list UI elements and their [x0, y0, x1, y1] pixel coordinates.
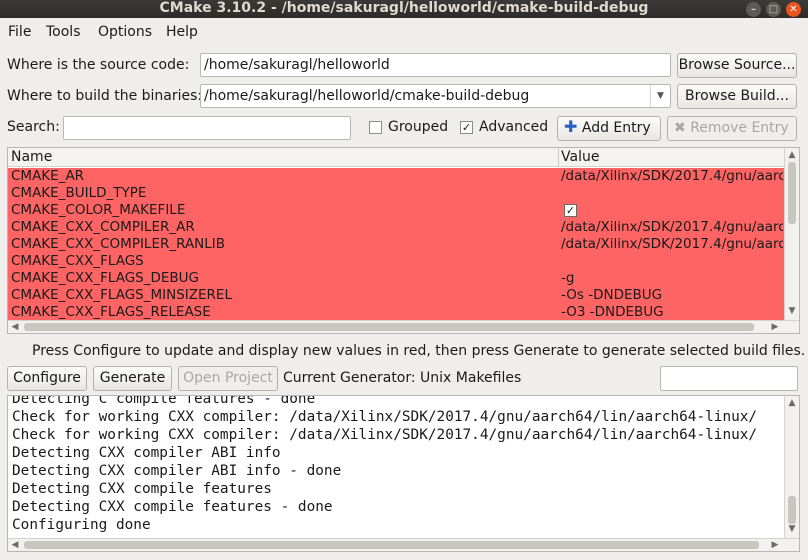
advanced-checkbox[interactable]: ✓	[460, 121, 473, 134]
table-header: Name Value	[8, 148, 784, 167]
advanced-label: Advanced	[479, 119, 549, 135]
plus-icon: ✚	[564, 117, 578, 136]
current-generator: Current Generator: Unix Makefiles	[283, 370, 522, 386]
generate-button[interactable]: Generate	[93, 366, 172, 391]
table-row[interactable]: CMAKE_CXX_COMPILER_RANLIB /data/Xilinx/S…	[8, 236, 784, 253]
scrollbar-thumb[interactable]	[24, 323, 754, 331]
table-row[interactable]: CMAKE_CXX_FLAGS_MINSIZEREL -Os -DNDEBUG	[8, 287, 784, 304]
table-horizontal-scrollbar[interactable]: ◀ ▶	[8, 320, 799, 333]
log-line: Detecting CXX compile features	[12, 481, 272, 497]
scroll-right-icon[interactable]: ▶	[768, 322, 782, 332]
scroll-right-icon[interactable]: ▶	[768, 540, 782, 550]
remove-entry-button[interactable]: ✖ Remove Entry	[667, 116, 797, 141]
search-input[interactable]	[63, 116, 351, 140]
entry-name: CMAKE_CXX_FLAGS_DEBUG	[11, 270, 200, 286]
table-row[interactable]: CMAKE_CXX_FLAGS_RELEASE -O3 -DNDEBUG	[8, 304, 784, 320]
log-vertical-scrollbar[interactable]: ▲ ▼	[784, 396, 799, 538]
log-line: Check for working CXX compiler: /data/Xi…	[12, 427, 758, 443]
log-line: Check for working CXX compiler: /data/Xi…	[12, 409, 758, 425]
scroll-up-icon[interactable]: ▲	[785, 398, 799, 408]
log-horizontal-scrollbar[interactable]: ◀ ▶	[8, 538, 799, 551]
grouped-checkbox[interactable]	[369, 121, 382, 134]
source-input[interactable]: /home/sakuragl/helloworld	[200, 53, 671, 77]
scroll-left-icon[interactable]: ◀	[8, 322, 22, 332]
menu-tools[interactable]: Tools	[46, 24, 81, 40]
browse-source-button[interactable]: Browse Source...	[677, 53, 797, 78]
scroll-down-icon[interactable]: ▼	[785, 306, 799, 316]
scroll-up-icon[interactable]: ▲	[785, 150, 799, 160]
log-line: Detecting CXX compile features - done	[12, 499, 333, 515]
progress-bar	[660, 366, 798, 391]
table-row[interactable]: CMAKE_AR /data/Xilinx/SDK/2017.4/gnu/aar…	[8, 168, 784, 185]
entry-name: CMAKE_CXX_FLAGS_RELEASE	[11, 304, 211, 320]
source-label: Where is the source code:	[7, 57, 190, 73]
log-line: Detecting CXX compiler ABI info	[12, 445, 281, 461]
add-entry-label: Add Entry	[581, 120, 651, 136]
entry-name: CMAKE_CXX_COMPILER_RANLIB	[11, 236, 226, 252]
configure-button[interactable]: Configure	[7, 366, 87, 391]
build-input[interactable]: /home/sakuragl/helloworld/cmake-build-de…	[200, 84, 671, 108]
chevron-down-icon[interactable]: ▼	[650, 85, 670, 107]
scrollbar-thumb[interactable]	[24, 541, 759, 549]
entry-value: ✓	[561, 202, 783, 219]
table-row[interactable]: CMAKE_CXX_FLAGS_DEBUG -g	[8, 270, 784, 287]
open-project-button[interactable]: Open Project	[178, 366, 278, 391]
build-label: Where to build the binaries:	[7, 88, 203, 104]
table-vertical-scrollbar[interactable]: ▲ ▼	[784, 148, 799, 320]
entry-name: CMAKE_AR	[11, 168, 85, 184]
column-separator[interactable]	[558, 148, 559, 167]
column-name-header[interactable]: Name	[11, 149, 52, 165]
window-title: CMake 3.10.2 - /home/sakuragl/helloworld…	[159, 0, 649, 16]
log-line: Detecting CXX compiler ABI info - done	[12, 463, 342, 479]
add-entry-button[interactable]: ✚ Add Entry	[557, 116, 661, 141]
remove-entry-label: Remove Entry	[690, 120, 789, 136]
entry-value: -g	[561, 270, 575, 286]
entry-name: CMAKE_CXX_FLAGS	[11, 253, 144, 269]
scroll-down-icon[interactable]: ▼	[785, 524, 799, 534]
entry-value: /data/Xilinx/SDK/2017.4/gnu/aarc	[561, 236, 783, 252]
remove-icon: ✖	[674, 120, 686, 136]
entry-name: CMAKE_BUILD_TYPE	[11, 185, 147, 201]
build-path: /home/sakuragl/helloworld/cmake-build-de…	[204, 88, 530, 104]
search-label: Search:	[7, 119, 60, 135]
menu-file[interactable]: File	[8, 24, 31, 40]
log-line: Configuring done	[12, 517, 151, 533]
value-checkbox[interactable]: ✓	[564, 204, 577, 217]
entry-name: CMAKE_CXX_FLAGS_MINSIZEREL	[11, 287, 232, 303]
maximize-icon[interactable]: □	[766, 2, 781, 17]
grouped-label: Grouped	[388, 119, 449, 135]
close-icon[interactable]: ✕	[786, 2, 801, 17]
cache-table: Name Value CMAKE_AR /data/Xilinx/SDK/201…	[7, 147, 800, 334]
configure-hint: Press Configure to update and display ne…	[32, 343, 806, 359]
output-log[interactable]: Detecting C compile features - done Chec…	[7, 395, 800, 552]
column-value-header[interactable]: Value	[561, 149, 599, 165]
menu-help[interactable]: Help	[166, 24, 198, 40]
entry-value: /data/Xilinx/SDK/2017.4/gnu/aarc	[561, 219, 783, 235]
scroll-left-icon[interactable]: ◀	[8, 540, 22, 550]
entry-value: /data/Xilinx/SDK/2017.4/gnu/aarc	[561, 168, 783, 184]
entry-name: CMAKE_COLOR_MAKEFILE	[11, 202, 186, 218]
entry-name: CMAKE_CXX_COMPILER_AR	[11, 219, 195, 235]
log-line: Detecting C compile features - done	[12, 395, 316, 407]
scrollbar-thumb[interactable]	[788, 162, 796, 224]
table-row[interactable]: CMAKE_BUILD_TYPE	[8, 185, 784, 202]
scrollbar-thumb[interactable]	[788, 496, 796, 524]
entry-value: -Os -DNDEBUG	[561, 287, 663, 303]
menu-options[interactable]: Options	[98, 24, 152, 40]
table-row[interactable]: CMAKE_CXX_FLAGS	[8, 253, 784, 270]
title-bar: CMake 3.10.2 - /home/sakuragl/helloworld…	[0, 0, 808, 18]
minimize-icon[interactable]: –	[746, 2, 761, 17]
table-row[interactable]: CMAKE_CXX_COMPILER_AR /data/Xilinx/SDK/2…	[8, 219, 784, 236]
table-body: CMAKE_AR /data/Xilinx/SDK/2017.4/gnu/aar…	[8, 168, 784, 320]
table-row[interactable]: CMAKE_COLOR_MAKEFILE ✓	[8, 202, 784, 219]
browse-build-button[interactable]: Browse Build...	[677, 84, 797, 109]
entry-value: -O3 -DNDEBUG	[561, 304, 664, 320]
